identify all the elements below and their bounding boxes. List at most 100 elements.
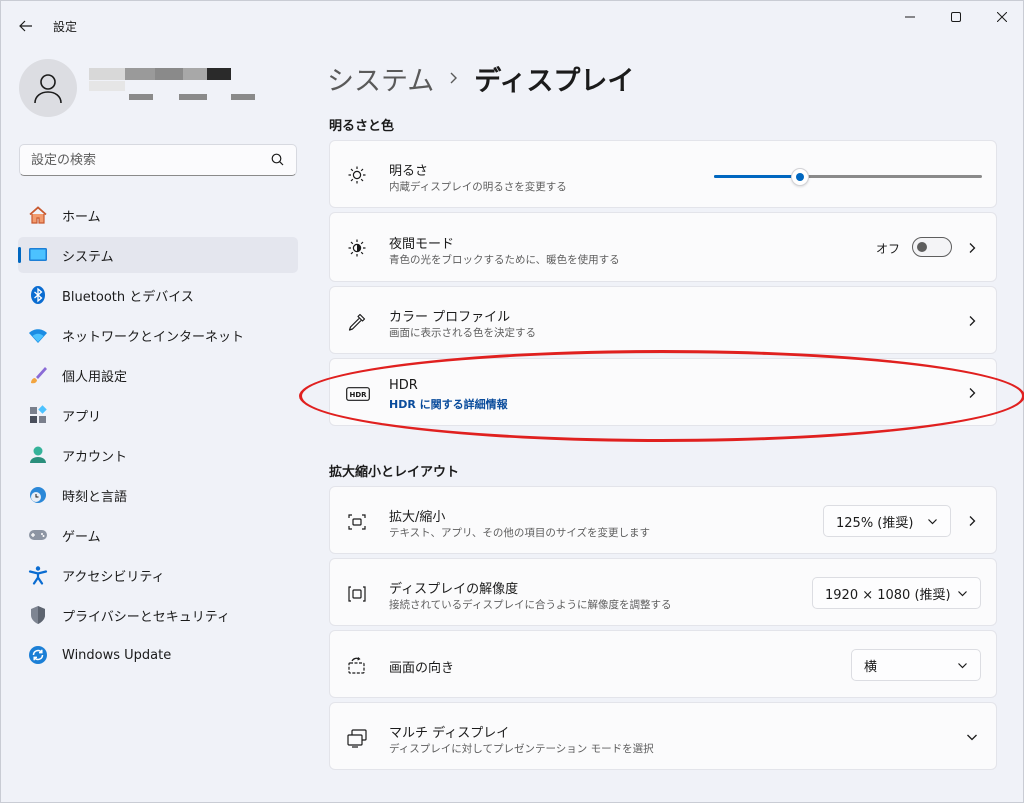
sidebar-item-network[interactable]: ネットワークとインターネット [18,317,298,353]
sidebar-item-label: 個人用設定 [62,369,128,385]
multi-display-title: マルチ ディスプレイ [389,726,510,741]
shield-icon [28,605,48,625]
hdr-title: HDR [389,378,418,393]
sun-icon [346,164,368,186]
maximize-icon [951,12,961,22]
avatar[interactable] [19,59,77,117]
sidebar-item-label: Windows Update [62,647,172,663]
orientation-title: 画面の向き [389,661,455,676]
account-icon [28,445,48,465]
night-light-toggle[interactable] [912,237,952,257]
scale-card[interactable]: 拡大/縮小 テキスト、アプリ、その他の項目のサイズを変更します 125% (推奨… [329,486,997,554]
sidebar-item-label: アカウント [62,449,128,465]
sidebar-item-label: 時刻と言語 [62,489,128,505]
sidebar-item-bluetooth[interactable]: Bluetooth とデバイス [18,277,298,313]
sidebar-item-label: Bluetooth とデバイス [62,289,194,305]
sidebar-item-accounts[interactable]: アカウント [18,437,298,473]
resolution-dropdown-value: 1920 × 1080 (推奨) [825,587,951,603]
night-light-card[interactable]: 夜間モード 青色の光をブロックするために、暖色を使用する オフ [329,212,997,282]
scale-dropdown-value: 125% (推奨) [836,515,914,531]
chevron-right-icon[interactable] [966,242,978,254]
settings-window: 設定 設定の検索 ホーム システム Bluetooth とデバイス ネットワーク… [0,0,1024,803]
chevron-right-icon[interactable] [966,515,978,527]
sidebar-item-label: システム [62,249,114,265]
orientation-dropdown[interactable]: 横 [851,649,981,681]
brightness-slider[interactable] [714,168,982,186]
night-light-desc: 青色の光をブロックするために、暖色を使用する [389,254,620,266]
hdr-icon-text: HDR [349,391,367,399]
hdr-card[interactable]: HDR HDR HDR に関する詳細情報 [329,358,997,426]
resolution-icon [346,583,368,605]
sidebar-item-privacy-security[interactable]: プライバシーとセキュリティ [18,597,298,633]
sidebar-item-label: プライバシーとセキュリティ [62,609,230,625]
brightness-card: 明るさ 内蔵ディスプレイの明るさを変更する [329,140,997,208]
sidebar-nav: ホーム システム Bluetooth とデバイス ネットワークとインターネット … [18,197,298,677]
multi-display-icon [346,727,368,749]
chevron-down-icon [958,663,967,669]
sidebar-item-gaming[interactable]: ゲーム [18,517,298,553]
close-button[interactable] [979,1,1024,33]
color-profile-card[interactable]: カラー プロファイル 画面に表示される色を決定する [329,286,997,354]
brightness-title: 明るさ [389,164,429,179]
sidebar-item-time-language[interactable]: 時刻と言語 [18,477,298,513]
chevron-right-icon[interactable] [966,315,978,327]
sidebar-item-apps[interactable]: アプリ [18,397,298,433]
chevron-down-icon [958,591,967,597]
resolution-dropdown[interactable]: 1920 × 1080 (推奨) [812,577,981,609]
sidebar-item-system[interactable]: システム [18,237,298,273]
slider-thumb[interactable] [790,168,809,186]
night-light-title: 夜間モード [389,237,455,252]
multi-display-desc: ディスプレイに対してプレゼンテーション モードを選択 [389,743,654,755]
sidebar-item-personalization[interactable]: 個人用設定 [18,357,298,393]
page-title: ディスプレイ [474,66,635,97]
sidebar-item-windows-update[interactable]: Windows Update [18,637,298,673]
breadcrumb-parent[interactable]: システム [327,59,434,98]
brightness-desc: 内蔵ディスプレイの明るさを変更する [389,181,567,193]
multi-display-card[interactable]: マルチ ディスプレイ ディスプレイに対してプレゼンテーション モードを選択 [329,702,997,770]
search-box [19,144,297,176]
eyedropper-icon [346,311,368,333]
sidebar-item-home[interactable]: ホーム [18,197,298,233]
chevron-down-icon[interactable] [966,731,978,743]
resolution-desc: 接続されているディスプレイに合うように解像度を調整する [389,599,672,611]
scale-icon [346,511,368,533]
accessibility-icon [28,565,48,585]
bluetooth-icon [28,285,48,305]
scale-desc: テキスト、アプリ、その他の項目のサイズを変更します [389,527,651,539]
sidebar-item-label: ゲーム [62,529,101,545]
back-arrow-icon [19,20,32,32]
system-icon [28,245,48,265]
scale-dropdown[interactable]: 125% (推奨) [823,505,951,537]
back-button[interactable] [13,13,39,39]
section-title-brightness-color: 明るさと色 [329,119,395,134]
close-icon [997,12,1007,22]
wifi-icon [28,325,48,345]
sidebar-item-label: ホーム [62,209,101,225]
hdr-learn-more-link[interactable]: HDR に関する詳細情報 [389,396,508,412]
maximize-button[interactable] [933,1,979,33]
orientation-icon [346,655,368,677]
night-light-icon [346,237,368,259]
home-icon [28,205,48,225]
slider-fill [714,175,800,178]
search-input[interactable] [20,145,250,175]
night-light-toggle-label: オフ [875,242,900,256]
search-icon[interactable] [271,153,284,166]
time-language-icon [28,485,48,505]
user-icon [34,74,62,104]
sidebar-item-label: アクセシビリティ [62,569,165,585]
chevron-down-icon [928,519,937,525]
hdr-icon: HDR [346,383,370,405]
color-profile-desc: 画面に表示される色を決定する [389,327,536,339]
chevron-right-icon[interactable] [966,387,978,399]
minimize-button[interactable] [887,1,933,33]
section-title-scale-layout: 拡大縮小とレイアウト [329,465,460,480]
resolution-title: ディスプレイの解像度 [389,582,519,597]
apps-icon [28,405,48,425]
breadcrumb: システム ディスプレイ [327,59,634,98]
toggle-knob [917,242,927,252]
sidebar-item-accessibility[interactable]: アクセシビリティ [18,557,298,593]
sidebar-item-label: ネットワークとインターネット [62,329,245,345]
app-title: 設定 [53,20,78,34]
scale-title: 拡大/縮小 [389,510,446,525]
